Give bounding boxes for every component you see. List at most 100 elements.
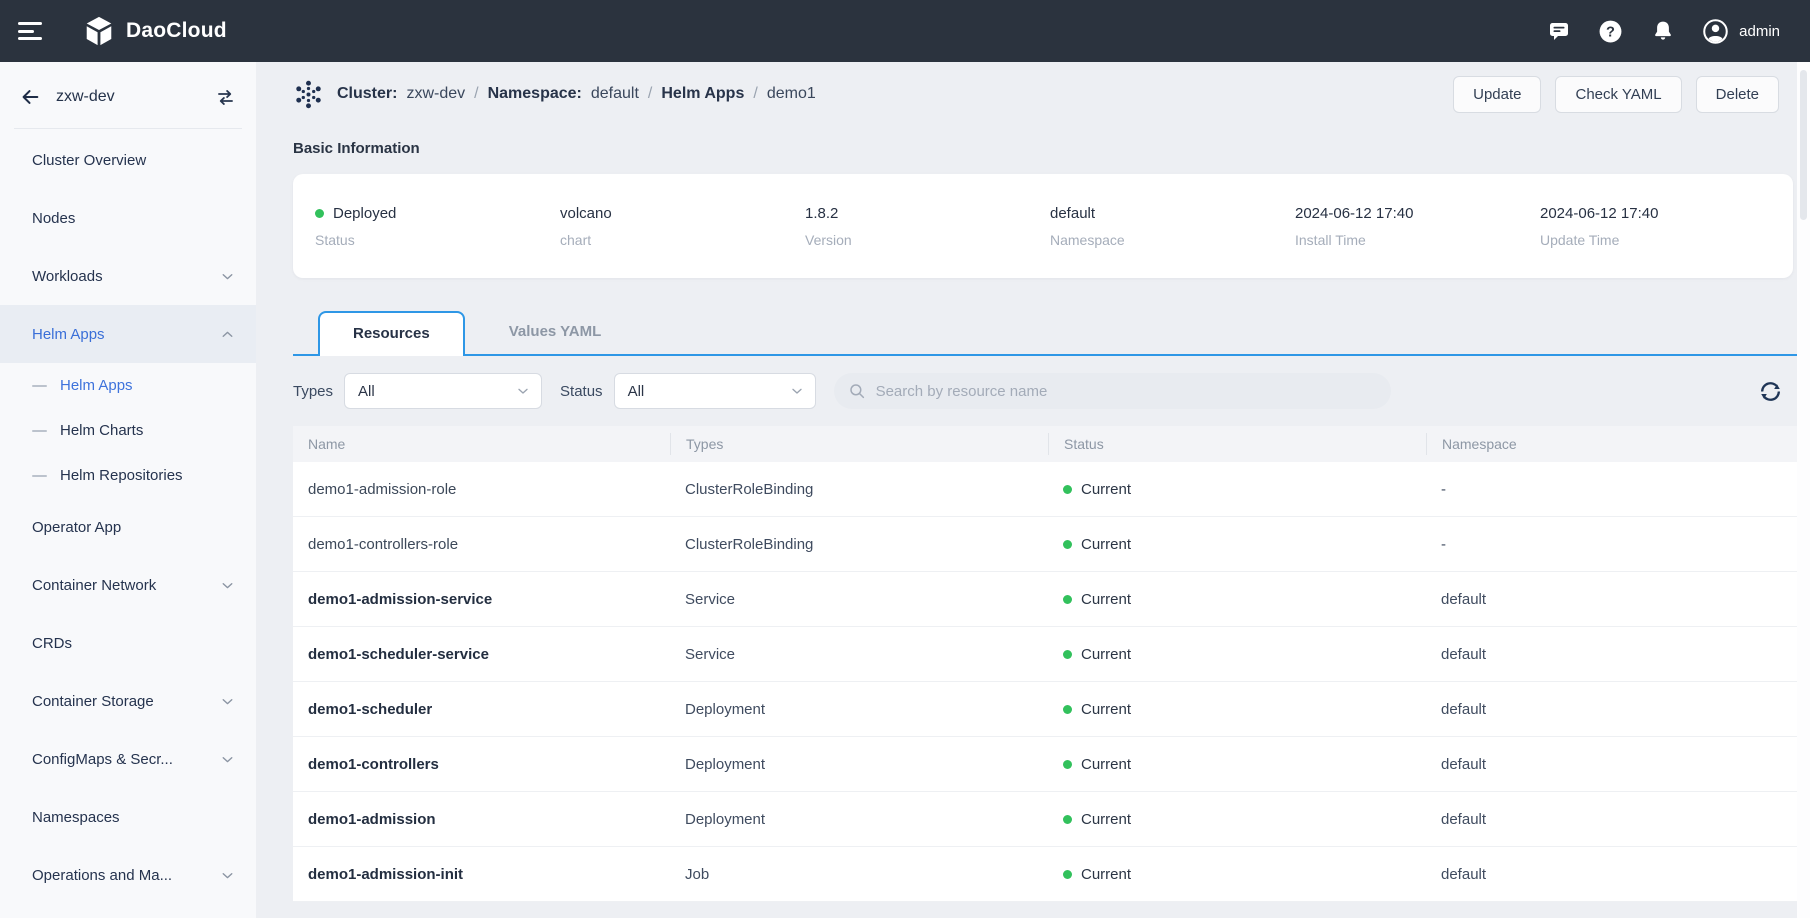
brand-name: DaoCloud — [126, 19, 227, 43]
scrollbar-thumb[interactable] — [1800, 70, 1807, 220]
delete-button[interactable]: Delete — [1696, 76, 1779, 113]
resource-name-link[interactable]: demo1-admission-init — [308, 866, 463, 883]
resource-name-link[interactable]: demo1-controllers — [308, 756, 439, 773]
basic-info-title: Basic Information — [293, 140, 1797, 157]
sidebar-item-cluster-overview[interactable]: Cluster Overview — [0, 131, 256, 189]
info-label: Namespace — [1050, 232, 1295, 248]
status-dot-icon — [1063, 705, 1072, 714]
table-header: NameTypesStatusNamespace — [293, 426, 1797, 462]
info-value: 1.8.2 — [805, 205, 838, 222]
sidebar-item-label: CRDs — [32, 635, 72, 652]
daocloud-logo-icon — [82, 14, 116, 48]
column-header-types: Types — [670, 433, 1048, 455]
breadcrumb-separator: / — [648, 85, 652, 103]
tab-label: Values YAML — [509, 323, 602, 340]
resource-type: ClusterRoleBinding — [670, 536, 1048, 553]
status-dot-icon — [1063, 540, 1072, 549]
sidebar-divider — [14, 128, 242, 129]
resources-table: NameTypesStatusNamespace demo1-admission… — [293, 426, 1797, 902]
basic-info-card: DeployedStatusvolcanochart1.8.2Versionde… — [293, 174, 1793, 278]
breadcrumb-zxw-dev[interactable]: zxw-dev — [406, 85, 465, 103]
resource-type: Deployment — [670, 756, 1048, 773]
sidebar-item-label: Workloads — [32, 268, 103, 285]
sidebar-item-container-network[interactable]: Container Network — [0, 556, 256, 614]
resource-name-link[interactable]: demo1-admission — [308, 811, 436, 828]
cluster-dots-icon — [293, 79, 324, 110]
breadcrumb-separator: / — [474, 85, 478, 103]
resource-name-link[interactable]: demo1-admission-service — [308, 591, 492, 608]
switch-cluster-button[interactable] — [215, 87, 236, 108]
chevron-up-icon — [219, 326, 236, 343]
sidebar-item-workloads[interactable]: Workloads — [0, 247, 256, 305]
username-label: admin — [1739, 23, 1780, 40]
update-button[interactable]: Update — [1453, 76, 1541, 113]
sidebar-item-helm-apps[interactable]: Helm Apps — [0, 305, 256, 363]
tab-bar: Resources Values YAML — [293, 311, 1797, 356]
check-yaml-button[interactable]: Check YAML — [1555, 76, 1681, 113]
sidebar-item-label: Container Network — [32, 577, 156, 594]
table-body: demo1-admission-roleClusterRoleBindingCu… — [293, 462, 1797, 902]
sidebar-item-nodes[interactable]: Nodes — [0, 189, 256, 247]
sidebar-menu: Cluster Overview Nodes Workloads Helm Apps H… — [0, 131, 256, 904]
status-dot-icon — [1063, 815, 1072, 824]
back-button[interactable] — [19, 86, 41, 108]
search-input[interactable] — [874, 382, 1377, 401]
sidebar-item-helm-charts[interactable]: Helm Charts — [0, 408, 256, 453]
resource-status: Current — [1081, 811, 1131, 828]
types-select-value: All — [358, 383, 375, 400]
sidebar-item-label: ConfigMaps & Secr... — [32, 751, 173, 768]
sidebar-item-label: Helm Repositories — [60, 467, 183, 484]
refresh-button[interactable] — [1758, 379, 1783, 404]
sidebar-item-namespaces[interactable]: Namespaces — [0, 788, 256, 846]
info-value: 2024-06-12 17:40 — [1295, 205, 1413, 222]
breadcrumb-default[interactable]: default — [591, 85, 639, 103]
status-select-value: All — [628, 383, 645, 400]
tab-values-yaml[interactable]: Values YAML — [465, 309, 646, 354]
info-value: Deployed — [333, 205, 396, 222]
chevron-down-icon — [219, 577, 236, 594]
info-field-update-time: 2024-06-12 17:40Update Time — [1540, 205, 1785, 248]
sidebar-item-label: Cluster Overview — [32, 152, 146, 169]
menu-toggle-button[interactable] — [18, 20, 46, 42]
sidebar-item-label: Helm Apps — [60, 377, 133, 394]
resource-name-link[interactable]: demo1-scheduler — [308, 701, 432, 718]
page-scrollbar[interactable] — [1797, 62, 1810, 918]
help-button[interactable]: ? — [1598, 19, 1623, 44]
info-label: Install Time — [1295, 232, 1540, 248]
resource-namespace: default — [1426, 811, 1797, 828]
sidebar-item-crds[interactable]: CRDs — [0, 614, 256, 672]
user-menu[interactable]: admin — [1702, 18, 1780, 45]
notifications-button[interactable] — [1650, 19, 1675, 44]
status-dot-icon — [1063, 870, 1072, 879]
info-value: default — [1050, 205, 1095, 222]
status-select[interactable]: All — [614, 373, 816, 409]
search-box — [834, 373, 1391, 409]
daocloud-brand[interactable]: DaoCloud — [82, 14, 227, 48]
sidebar-item-operations-and-ma[interactable]: Operations and Ma... — [0, 846, 256, 904]
table-row: demo1-admission-initJobCurrentdefault — [293, 847, 1797, 902]
sidebar-item-label: Operator App — [32, 519, 121, 536]
dash-icon — [32, 385, 47, 387]
column-header-status: Status — [1048, 433, 1426, 455]
column-header-name: Name — [293, 433, 670, 455]
sidebar-item-configmaps-secr[interactable]: ConfigMaps & Secr... — [0, 730, 256, 788]
table-row: demo1-admission-roleClusterRoleBindingCu… — [293, 462, 1797, 517]
table-row: demo1-controllersDeploymentCurrentdefaul… — [293, 737, 1797, 792]
status-dot-icon — [1063, 485, 1072, 494]
resource-status: Current — [1081, 756, 1131, 773]
sidebar-item-operator-app[interactable]: Operator App — [0, 498, 256, 556]
sidebar-item-helm-apps[interactable]: Helm Apps — [0, 363, 256, 408]
resource-name-link[interactable]: demo1-scheduler-service — [308, 646, 489, 663]
sidebar-item-helm-repositories[interactable]: Helm Repositories — [0, 453, 256, 498]
topbar: DaoCloud ? — [0, 0, 1810, 62]
resource-namespace: - — [1426, 481, 1797, 498]
sidebar-item-container-storage[interactable]: Container Storage — [0, 672, 256, 730]
types-select[interactable]: All — [344, 373, 542, 409]
chat-icon — [1547, 19, 1571, 43]
status-dot-icon — [1063, 650, 1072, 659]
messages-button[interactable] — [1546, 19, 1571, 44]
info-field-status: DeployedStatus — [315, 205, 560, 248]
tab-resources[interactable]: Resources — [318, 311, 465, 356]
dash-icon — [32, 430, 47, 432]
breadcrumb-helm-apps[interactable]: Helm Apps — [661, 85, 744, 103]
